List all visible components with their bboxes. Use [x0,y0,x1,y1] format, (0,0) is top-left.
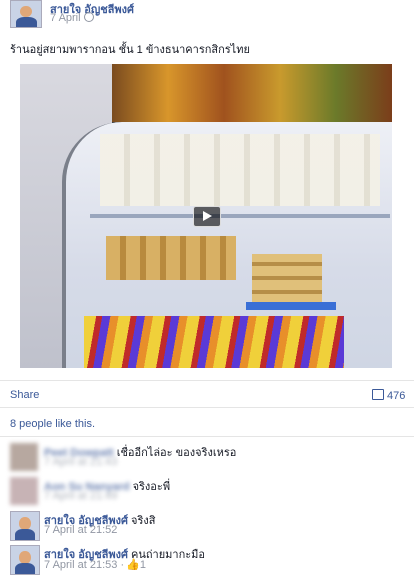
comment-text: จริงอะพี่ [132,481,171,493]
video-player[interactable] [20,64,392,368]
comment-time[interactable]: 7 April at 21:52 [44,524,117,536]
thumbs-up-icon: 👍 [126,559,140,571]
comment-time[interactable]: 7 April at 21:53 · [44,559,124,571]
comments-count[interactable]: 476 [372,389,405,402]
comment-time[interactable]: 7 April at 21:43 [44,456,117,468]
play-icon[interactable] [193,206,221,227]
comment-item: สายใจ อัญชลีพงศ์ คนถ่ายมากะมือ 7 April at… [10,545,410,577]
divider [0,380,414,381]
comment-item: Aon Su Nanyard จริงอะพี่ 7 April at 21:49 [10,477,410,509]
commenter-avatar[interactable] [10,477,38,505]
commenter-avatar[interactable] [10,545,40,575]
likes-summary[interactable]: 8 people like this. [10,418,95,430]
divider [0,407,414,408]
comment-meta: 7 April at 21:53 · 👍1 [44,558,146,571]
commenter-avatar[interactable] [10,443,38,471]
comment-like-count[interactable]: 1 [140,559,146,571]
comment-text: เชื่ออีกไล่อะ ของจริงเหรอ [116,447,237,459]
comment-text: จริงสิ [131,515,156,527]
post-date[interactable]: 7 April [50,12,94,24]
post-date-text[interactable]: 7 April [50,12,81,24]
share-link[interactable]: Share [10,389,39,401]
comment-item: สายใจ อัญชลีพงศ์ จริงสิ 7 April at 21:52 [10,511,410,543]
post-text: ร้านอยู่สยามพารากอน ชั้น 1 ข้างธนาคารกสิ… [10,44,250,56]
divider [0,436,414,437]
commenter-avatar[interactable] [10,511,40,541]
comment-time[interactable]: 7 April at 21:49 [44,490,117,502]
comment-item: Peet Dowpatt เชื่ออีกไล่อะ ของจริงเหรอ 7 … [10,443,410,475]
globe-icon [83,12,94,22]
comment-icon [372,389,384,400]
post-header: สายใจ อัญชลีพงศ์ 7 April [0,0,414,30]
author-avatar[interactable] [10,0,42,28]
comments-count-text[interactable]: 476 [387,390,405,402]
